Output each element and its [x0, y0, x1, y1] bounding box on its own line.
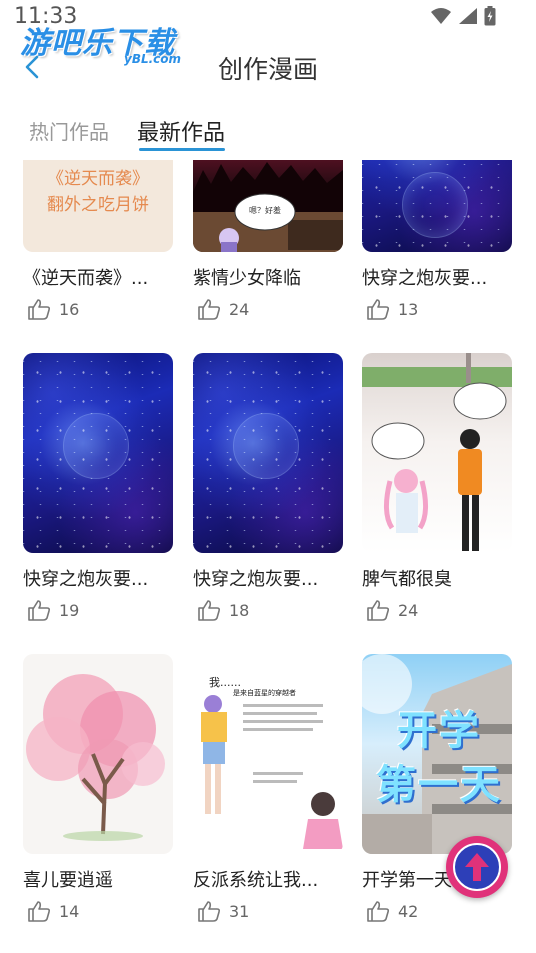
- like-count-value: 14: [59, 901, 80, 921]
- like-count: 13: [362, 298, 512, 320]
- like-count-value: 13: [398, 299, 419, 319]
- thumbs-up-icon[interactable]: [197, 298, 221, 320]
- cover-illustration: [362, 353, 512, 551]
- scroll-to-top-button[interactable]: [446, 836, 508, 898]
- tab-active-indicator: [139, 148, 225, 151]
- tab-latest-works[interactable]: 最新作品: [137, 115, 225, 147]
- like-count: 24: [362, 599, 512, 621]
- comic-card[interactable]: 快穿之炮灰要... 18: [193, 353, 343, 621]
- cover-text: 开学: [397, 708, 481, 754]
- thumbs-up-icon[interactable]: [366, 298, 390, 320]
- comic-card[interactable]: 喜儿要逍遥 14: [23, 654, 173, 922]
- like-count-value: 19: [59, 600, 80, 620]
- arrow-up-icon: [465, 853, 489, 881]
- cover-text: 第一天: [376, 762, 502, 808]
- thumbs-up-icon[interactable]: [27, 900, 51, 922]
- like-count-value: 42: [398, 901, 419, 921]
- comic-title: 快穿之炮灰要...: [193, 569, 319, 590]
- comic-cover: 《逆天而袭》 翻外之吃月饼: [23, 160, 173, 252]
- signal-icon: [459, 8, 477, 24]
- comic-title: 反派系统让我...: [193, 870, 319, 891]
- cover-illustration: [201, 695, 343, 849]
- like-count: 31: [193, 900, 343, 922]
- like-count: 14: [23, 900, 173, 922]
- comic-card[interactable]: 我...... 是来自蓝星的穿越者 反派系统让我... 31: [193, 654, 343, 922]
- comic-card[interactable]: 快穿之炮灰要... 13: [362, 160, 512, 320]
- comic-cover: [23, 654, 173, 854]
- comic-title: 快穿之炮灰要...: [23, 569, 149, 590]
- comic-card[interactable]: 《逆天而袭》 翻外之吃月饼 《逆天而袭》... 16: [23, 160, 173, 320]
- comic-cover: 我...... 是来自蓝星的穿越者: [193, 654, 343, 854]
- wifi-icon: [431, 8, 451, 24]
- battery-icon: [484, 6, 496, 26]
- planet-ring: [63, 413, 129, 479]
- comic-title: 快穿之炮灰要...: [362, 268, 488, 289]
- like-count: 19: [23, 599, 173, 621]
- tab-bar: 热门作品 最新作品: [0, 112, 536, 158]
- cover-illustration: [26, 674, 165, 841]
- like-count-value: 18: [229, 600, 250, 620]
- cover-text: 《逆天而袭》: [47, 169, 149, 189]
- comic-title: 喜儿要逍遥: [23, 870, 113, 891]
- thumbs-up-icon[interactable]: [27, 298, 51, 320]
- comic-cover: [23, 353, 173, 553]
- comic-title: 紫情少女降临: [193, 268, 301, 289]
- comic-cover: [362, 160, 512, 252]
- thumbs-up-icon[interactable]: [197, 900, 221, 922]
- comic-grid: 《逆天而袭》 翻外之吃月饼 《逆天而袭》... 16 嗯？好羞 紫情少女降临 2…: [0, 160, 536, 953]
- speech-bubble-text: 嗯？好羞: [249, 206, 281, 215]
- comic-card[interactable]: 脾气都很臭 24: [362, 353, 512, 621]
- planet-ring: [233, 413, 299, 479]
- comic-cover: [193, 353, 343, 553]
- status-icons: [430, 6, 496, 26]
- thumbs-up-icon[interactable]: [197, 599, 221, 621]
- tab-hot-works[interactable]: 热门作品: [29, 116, 109, 145]
- like-count: 42: [362, 900, 512, 922]
- comic-card[interactable]: 嗯？好羞 紫情少女降临 24: [193, 160, 343, 320]
- comic-card[interactable]: 快穿之炮灰要... 19: [23, 353, 173, 621]
- scroll-to-top-inner: [453, 843, 501, 891]
- thumbs-up-icon[interactable]: [366, 900, 390, 922]
- page-title: 创作漫画: [217, 55, 318, 84]
- comic-title: 脾气都很臭: [362, 569, 452, 590]
- like-count-value: 24: [398, 600, 419, 620]
- like-count: 16: [23, 298, 173, 320]
- comic-cover: 开学 第一天: [362, 654, 512, 854]
- planet-ring: [402, 172, 468, 238]
- thumbs-up-icon[interactable]: [366, 599, 390, 621]
- comic-title: 《逆天而袭》...: [23, 268, 149, 289]
- cover-text: 翻外之吃月饼: [47, 195, 149, 215]
- comic-cover: [362, 353, 512, 553]
- like-count-value: 24: [229, 299, 250, 319]
- like-count-value: 31: [229, 901, 250, 921]
- comic-cover: 嗯？好羞: [193, 160, 343, 252]
- thumbs-up-icon[interactable]: [27, 599, 51, 621]
- like-count-value: 16: [59, 299, 80, 319]
- like-count: 18: [193, 599, 343, 621]
- like-count: 24: [193, 298, 343, 320]
